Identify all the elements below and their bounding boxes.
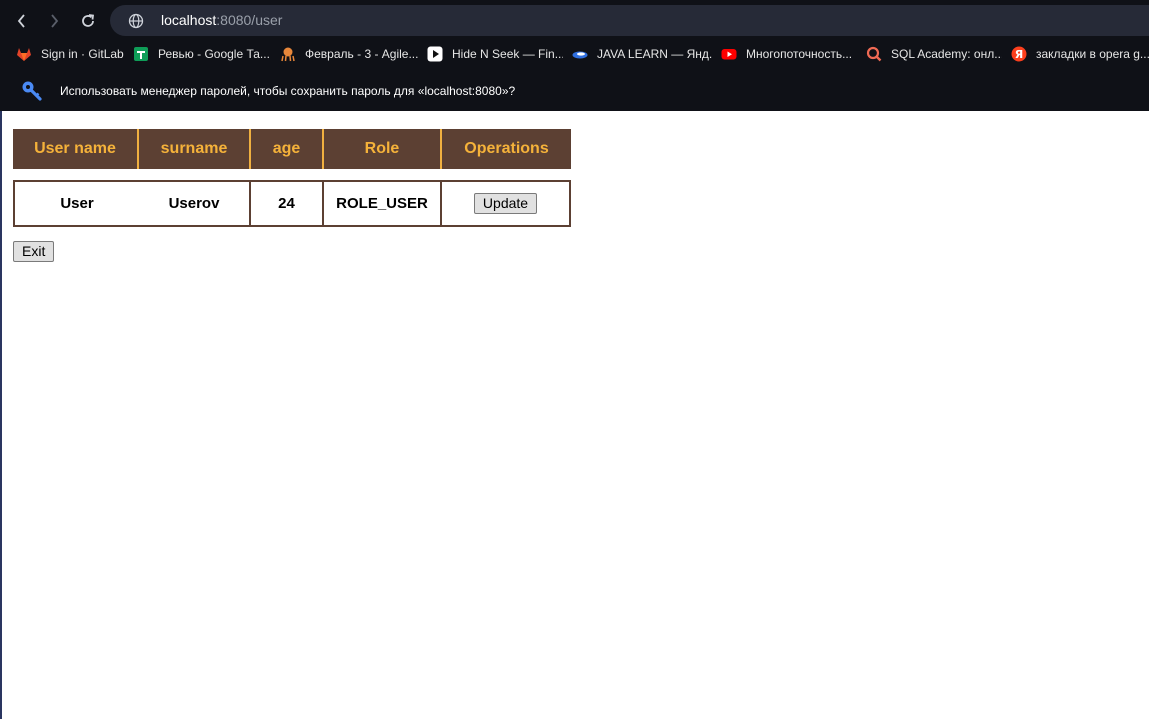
bookmark-label: Февраль - 3 - Agile... [305,47,419,61]
address-bar[interactable]: localhost:8080/user [110,5,1149,36]
back-button[interactable] [9,8,35,34]
yandex-icon: Я [1011,46,1027,62]
bookmark-java-learn[interactable]: JAVA LEARN — Янд... [572,45,712,63]
sql-academy-icon [866,46,882,62]
bookmark-agile[interactable]: Февраль - 3 - Agile... [280,45,420,63]
header-age: age [251,129,324,169]
bookmark-yandex[interactable]: Я закладки в opera g... [1011,45,1149,63]
bookmark-gitlab[interactable]: Sign in · GitLab [16,45,126,63]
browser-chrome: localhost:8080/user Sign in · GitLab Рев… [0,0,1149,111]
browser-toolbar: localhost:8080/user [0,0,1149,40]
bookmark-label: закладки в opera g... [1036,47,1149,61]
svg-text:Я: Я [1015,48,1023,61]
password-manager-bar: Использовать менеджер паролей, чтобы сох… [0,72,1149,110]
forward-button[interactable] [41,8,67,34]
bookmark-google-sheets[interactable]: Ревью - Google Та... [133,45,270,63]
octopus-icon [280,46,296,62]
header-surname: surname [139,129,251,169]
google-sheets-icon [133,46,149,62]
update-button[interactable]: Update [473,193,538,214]
gitlab-icon [16,46,32,62]
url-path: :8080/user [216,12,283,28]
bookmark-sql-academy[interactable]: SQL Academy: онл... [866,45,1002,63]
chevron-right-icon [51,14,59,28]
cell-age: 24 [251,180,324,227]
page-content: User name surname age Role Operations Us… [0,111,1149,719]
bookmark-youtube[interactable]: Многопоточность... [721,45,857,63]
password-prompt-text: Использовать менеджер паролей, чтобы сох… [60,84,516,98]
bookmark-label: JAVA LEARN — Янд... [597,47,712,61]
reload-button[interactable] [75,8,101,34]
table-row: User Userov 24 ROLE_USER Update [13,180,571,227]
bookmark-label: SQL Academy: онл... [891,47,1002,61]
header-role: Role [324,129,442,169]
cell-username: User [13,180,139,227]
bookmark-label: Ревью - Google Та... [158,47,270,61]
header-username: User name [13,129,139,169]
globe-icon [128,13,144,29]
bookmark-label: Sign in · GitLab [41,47,124,61]
cell-role: ROLE_USER [324,180,442,227]
play-icon [427,46,443,62]
reload-icon [82,14,95,27]
java-icon [572,46,588,62]
exit-button[interactable]: Exit [13,241,55,262]
url-text: localhost:8080/user [161,12,282,28]
bookmark-label: Многопоточность... [746,47,853,61]
chevron-left-icon [17,14,25,28]
table-header-row: User name surname age Role Operations [13,129,571,169]
cell-surname: Userov [139,180,251,227]
cell-operations: Update [442,180,571,227]
header-operations: Operations [442,129,571,169]
url-host: localhost [161,12,217,28]
users-table: User name surname age Role Operations Us… [13,129,571,227]
youtube-icon [721,46,737,62]
bookmark-label: Hide N Seek — Fin... [452,47,563,61]
table-spacer [13,169,571,180]
bookmarks-bar: Sign in · GitLab Ревью - Google Та... Фе… [0,40,1149,68]
key-icon [22,81,42,101]
bookmark-hide-n-seek[interactable]: Hide N Seek — Fin... [427,45,563,63]
